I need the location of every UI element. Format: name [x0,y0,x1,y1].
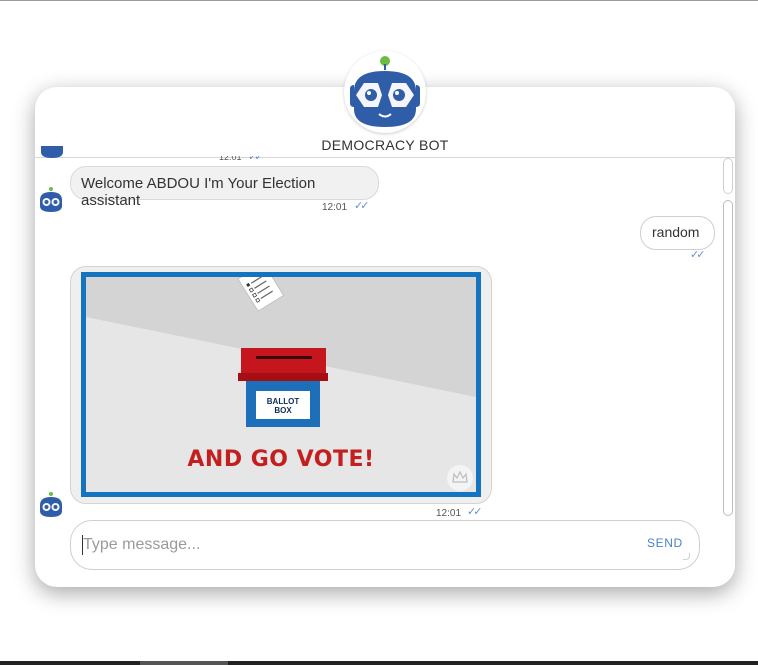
vote-image: BALLOT BOX AND GO VOTE! [81,272,481,497]
message-composer: SEND [70,520,700,570]
scrollbar-thumb[interactable] [723,200,733,516]
bot-message-bubble: Welcome ABDOU I'm Your Election assistan… [70,166,379,209]
message-input[interactable] [83,533,623,557]
window-bottom-border [0,661,758,665]
bot-avatar [344,51,426,133]
user-message-bubble: random [640,216,715,250]
vote-caption: AND GO VOTE! [187,447,375,472]
double-check-icon: ✓✓ [467,506,483,518]
bot-title: DEMOCRACY BOT [321,137,449,153]
scrollbar-top[interactable] [723,158,733,194]
window-top-border [0,0,758,1]
bot-avatar-small [38,146,66,160]
header-divider [35,157,735,158]
robot-face-icon [350,56,420,127]
double-check-icon: ✓✓ [690,249,706,261]
watermark-crown-icon [447,465,473,491]
bot-avatar-small [37,491,65,519]
robot-face-icon [41,146,63,158]
send-button-corner [683,553,690,560]
message-time: 12:01 [322,202,348,213]
bot-avatar-small [37,186,65,214]
taskbar-segment [140,661,228,665]
robot-face-icon [40,492,62,517]
robot-face-icon [40,187,62,212]
ballot-box-label: BALLOT BOX [266,397,300,415]
message-time: 12:01 [436,508,462,519]
text-caret [82,535,83,555]
send-button[interactable]: SEND [647,536,683,550]
double-check-icon: ✓✓ [354,200,370,212]
